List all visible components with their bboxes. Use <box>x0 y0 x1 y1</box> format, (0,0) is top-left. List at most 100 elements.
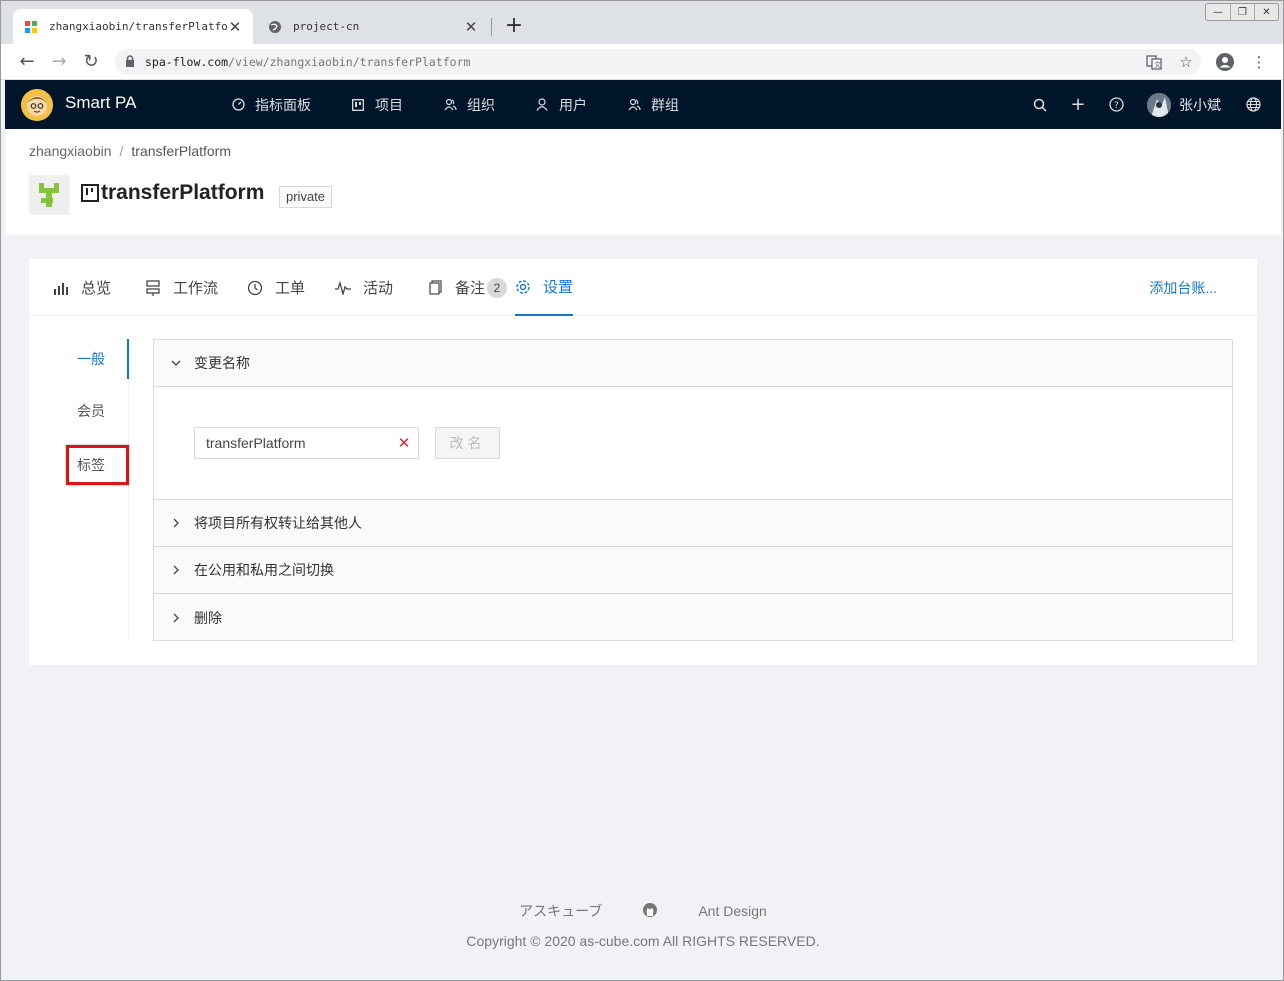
close-icon[interactable]: ✕ <box>227 18 243 36</box>
tab-overview[interactable]: 总览 <box>53 259 111 316</box>
panel-title: 在公用和私用之间切换 <box>194 562 334 578</box>
close-window-icon[interactable]: ✕ <box>1254 4 1278 20</box>
panel-title: 删除 <box>194 609 222 626</box>
app-header: Smart PA 指标面板 项目 组织 用户 群组 + ? 张小斌 <box>5 80 1281 129</box>
activity-icon <box>335 280 351 296</box>
tab-label: 工作流 <box>173 280 219 297</box>
url-host: spa-flow.com <box>145 55 229 69</box>
board-icon <box>81 184 99 202</box>
search-icon[interactable] <box>1027 80 1053 129</box>
nav-item-organization[interactable]: 组织 <box>443 80 515 129</box>
nav-item-dashboard[interactable]: 指标面板 <box>231 80 331 129</box>
tab-label: 工单 <box>275 280 306 297</box>
count-badge: 2 <box>487 277 508 298</box>
close-icon[interactable]: ✕ <box>463 18 479 36</box>
user-icon <box>535 98 549 112</box>
tab-issues[interactable]: 工单 <box>247 259 305 316</box>
menu-icon[interactable]: ⋮ <box>1248 51 1270 73</box>
group-icon <box>627 98 641 112</box>
chevron-right-icon <box>170 564 182 576</box>
browser-toolbar: ← → ↻ spa-flow.com/view/zhangxiaobin/tra… <box>1 44 1283 80</box>
note-icon <box>427 280 443 296</box>
language-icon[interactable] <box>1240 80 1266 129</box>
rename-button[interactable]: 改名 <box>435 427 500 459</box>
svg-text:?: ? <box>1114 101 1119 111</box>
user-name: 张小斌 <box>1179 96 1221 113</box>
copyright-text: Copyright © 2020 as-cube.com All RIGHTS … <box>466 933 820 949</box>
nav-item-user[interactable]: 用户 <box>535 80 607 129</box>
chevron-down-icon <box>170 357 182 369</box>
nav-label: 指标面板 <box>255 96 311 113</box>
footer-link-antdesign[interactable]: Ant Design <box>698 903 766 919</box>
plus-icon[interactable]: + <box>1065 80 1091 129</box>
lock-icon <box>125 54 135 70</box>
restore-icon[interactable]: ❐ <box>1230 4 1254 20</box>
dashboard-icon <box>231 98 245 112</box>
chevron-right-icon <box>170 612 182 624</box>
app-name[interactable]: Smart PA <box>65 93 136 113</box>
tab-label: 设置 <box>543 279 574 296</box>
tab-settings[interactable]: 设置 <box>515 259 574 316</box>
footer: アスキューブ Ant Design Copyright © 2020 as-cu… <box>5 896 1281 956</box>
issue-icon <box>247 280 263 296</box>
tab-workflow[interactable]: 工作流 <box>145 259 218 316</box>
footer-link-ascube[interactable]: アスキューブ <box>519 901 602 921</box>
tab-activity[interactable]: 活动 <box>335 259 393 316</box>
logo-icon[interactable] <box>21 89 53 121</box>
svg-text:文: 文 <box>1154 60 1161 69</box>
highlight-annotation <box>66 445 129 485</box>
project-name-input[interactable]: transferPlatform ✕ <box>194 427 419 459</box>
tab-label: 总览 <box>81 280 112 297</box>
back-icon[interactable]: ← <box>15 50 39 74</box>
help-icon[interactable]: ? <box>1103 80 1129 129</box>
panel-header-visibility[interactable]: 在公用和私用之间切换 <box>154 547 1232 594</box>
address-bar[interactable]: spa-flow.com/view/zhangxiaobin/transferP… <box>115 49 1201 75</box>
tab-notes[interactable]: 备注 2 <box>427 259 508 316</box>
panel-header-rename[interactable]: 变更名称 <box>154 340 1232 387</box>
panel-body-rename: transferPlatform ✕ 改名 <box>154 387 1232 500</box>
tab-label: 活动 <box>363 280 394 297</box>
window-controls: — ❐ ✕ <box>1205 3 1279 21</box>
browser-tab-active[interactable]: zhangxiaobin/transferPlatform ✕ <box>13 9 253 44</box>
globe-icon <box>267 19 283 35</box>
panel-title: 将项目所有权转让给其他人 <box>194 515 362 531</box>
nav-item-group[interactable]: 群组 <box>627 80 699 129</box>
footer-links: アスキューブ Ant Design <box>5 896 1281 926</box>
settings-side-menu: 一般 会员 标签 <box>29 339 129 639</box>
new-tab-button[interactable]: + <box>501 13 527 39</box>
breadcrumb-current: transferPlatform <box>131 143 231 159</box>
side-item-general[interactable]: 一般 <box>29 339 129 379</box>
input-value: transferPlatform <box>206 435 306 451</box>
page-header: zhangxiaobin / transferPlatform transfer… <box>5 129 1281 235</box>
nav-label: 用户 <box>559 96 587 113</box>
panel-header-delete[interactable]: 删除 <box>154 594 1232 641</box>
clear-icon[interactable]: ✕ <box>390 434 418 452</box>
profile-icon[interactable] <box>1214 51 1236 73</box>
favicon-icon <box>23 19 39 35</box>
nav-item-project[interactable]: 项目 <box>351 80 423 129</box>
breadcrumb-owner[interactable]: zhangxiaobin <box>29 143 112 159</box>
forward-icon[interactable]: → <box>47 50 71 74</box>
workflow-icon <box>145 279 161 296</box>
minimize-icon[interactable]: — <box>1206 4 1230 20</box>
github-icon[interactable] <box>642 902 658 921</box>
add-ledger-link[interactable]: 添加台账... <box>1149 278 1217 298</box>
reload-icon[interactable]: ↻ <box>79 50 103 74</box>
tab-label: 备注 <box>455 280 486 297</box>
project-avatar <box>29 175 69 215</box>
side-item-members[interactable]: 会员 <box>29 391 129 431</box>
browser-tab[interactable]: project-cn ✕ <box>257 9 489 44</box>
bar-chart-icon <box>53 280 69 296</box>
translate-icon[interactable]: 文 <box>1143 51 1165 73</box>
user-menu[interactable]: 张小斌 <box>1147 80 1221 129</box>
panel-header-transfer[interactable]: 将项目所有权转让给其他人 <box>154 500 1232 547</box>
breadcrumb: zhangxiaobin / transferPlatform <box>29 143 231 159</box>
browser-tabbar: zhangxiaobin/transferPlatform ✕ project-… <box>1 1 1283 44</box>
nav-label: 群组 <box>651 96 679 113</box>
tab-title: project-cn <box>293 20 360 33</box>
nav-label: 组织 <box>467 96 495 113</box>
avatar <box>1147 92 1171 117</box>
team-icon <box>443 98 457 112</box>
settings-icon <box>515 279 531 295</box>
star-icon[interactable]: ☆ <box>1175 51 1197 73</box>
